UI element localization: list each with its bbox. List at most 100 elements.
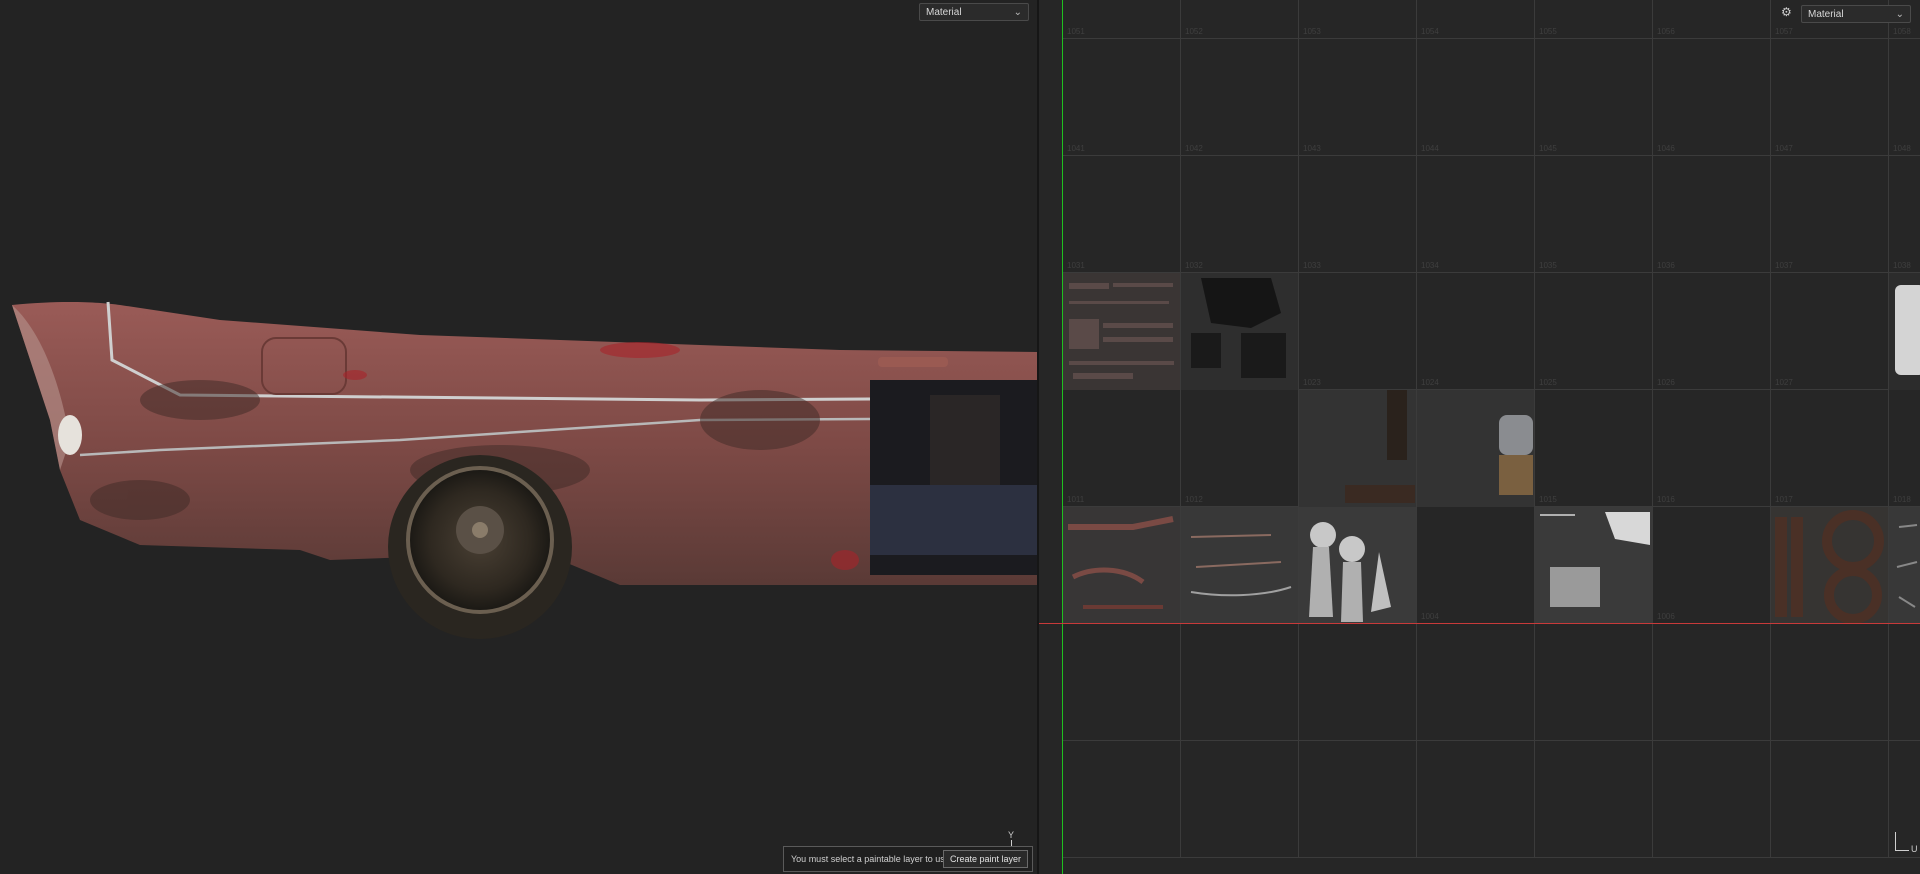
udim-tile-label: 1044 <box>1421 144 1439 153</box>
udim-tile-label: 1014 <box>1421 495 1439 504</box>
uv-grid-cell <box>1299 624 1417 741</box>
udim-tile-label: 1043 <box>1303 144 1321 153</box>
3d-viewport[interactable]: Material ⌄ Y <box>0 0 1037 874</box>
2d-viewport-channel-dropdown[interactable]: Material ⌄ <box>1801 5 1911 23</box>
udim-tile-label: 1006 <box>1657 612 1675 621</box>
udim-tile: 1046 <box>1653 39 1771 156</box>
udim-grid: 1051 1052 1053 1054 1055 1056 1057 1058 1041 1042… <box>1039 0 1920 874</box>
udim-tile-label: 1037 <box>1775 261 1793 270</box>
udim-tile: 1038 <box>1889 156 1920 273</box>
chevron-down-icon: ⌄ <box>1895 9 1904 20</box>
2d-axis-gizmo: U <box>1895 832 1918 854</box>
udim-tile-label: 1054 <box>1421 27 1439 36</box>
udim-tile: 1021 <box>1063 273 1181 390</box>
udim-tile: 1048 <box>1889 39 1920 156</box>
udim-tile-label: 1028 <box>1893 378 1911 387</box>
udim-tile-label: 1023 <box>1303 378 1321 387</box>
udim-tile-label: 1024 <box>1421 378 1439 387</box>
udim-tile: 1001 <box>1063 507 1181 624</box>
udim-tile-label: 1025 <box>1539 378 1557 387</box>
udim-tile-label: 1001 <box>1067 612 1085 621</box>
udim-tile-label: 1031 <box>1067 261 1085 270</box>
udim-tile-label: 1035 <box>1539 261 1557 270</box>
2d-viewport-channel-selected: Material <box>1808 9 1844 20</box>
2d-uv-viewport[interactable]: 1051 1052 1053 1054 1055 1056 1057 1058 1041 1042… <box>1039 0 1920 874</box>
udim-tile: 1028 <box>1889 273 1920 390</box>
udim-tile: 1055 <box>1535 0 1653 39</box>
uv-grid-cell <box>1181 624 1299 741</box>
udim-tile-label: 1041 <box>1067 144 1085 153</box>
udim-tile-label: 1007 <box>1775 612 1793 621</box>
udim-tile: 1002 <box>1181 507 1299 624</box>
udim-tile-label: 1016 <box>1657 495 1675 504</box>
udim-tile: 1004 <box>1417 507 1535 624</box>
uv-grid-cell <box>1535 624 1653 741</box>
tail-light <box>58 415 82 455</box>
uv-settings-icon[interactable]: ⚙ <box>1781 6 1793 18</box>
udim-tile: 1036 <box>1653 156 1771 273</box>
udim-tile: 1034 <box>1417 156 1535 273</box>
create-paint-layer-button[interactable]: Create paint layer <box>942 850 1028 868</box>
udim-tile-label: 1004 <box>1421 612 1439 621</box>
udim-tile: 1044 <box>1417 39 1535 156</box>
udim-tile-label: 1015 <box>1539 495 1557 504</box>
uv-grid-cell <box>1417 741 1535 858</box>
udim-tile: 1015 <box>1535 390 1653 507</box>
udim-tile-label: 1034 <box>1421 261 1439 270</box>
udim-tile-label: 1047 <box>1775 144 1793 153</box>
udim-tile: 1018 <box>1889 390 1920 507</box>
udim-tile: 1027 <box>1771 273 1889 390</box>
udim-tile-label: 1008 <box>1893 612 1911 621</box>
udim-tile: 1016 <box>1653 390 1771 507</box>
uv-grid-cell <box>1063 741 1181 858</box>
udim-tile-label: 1032 <box>1185 261 1203 270</box>
udim-tile: 1045 <box>1535 39 1653 156</box>
udim-tile: 1033 <box>1299 156 1417 273</box>
udim-tile-label: 1042 <box>1185 144 1203 153</box>
uv-grid-cell <box>1535 741 1653 858</box>
u-axis-line <box>1062 0 1063 874</box>
udim-tile-label: 1036 <box>1657 261 1675 270</box>
udim-tile-label: 1022 <box>1185 378 1203 387</box>
udim-tile-label: 1058 <box>1893 27 1911 36</box>
udim-tile-label: 1002 <box>1185 612 1203 621</box>
uv-grid-cell <box>1063 624 1181 741</box>
udim-tile-label: 1052 <box>1185 27 1203 36</box>
udim-tile-label: 1056 <box>1657 27 1675 36</box>
door-handle <box>878 357 948 367</box>
udim-tile-label: 1038 <box>1893 261 1911 270</box>
udim-tile-label: 1055 <box>1539 27 1557 36</box>
udim-tile: 1017 <box>1771 390 1889 507</box>
udim-tile-label: 1048 <box>1893 144 1911 153</box>
udim-tile: 1006 <box>1653 507 1771 624</box>
udim-tile: 1032 <box>1181 156 1299 273</box>
udim-tile-label: 1021 <box>1067 378 1085 387</box>
udim-tile: 1026 <box>1653 273 1771 390</box>
udim-tile-label: 1003 <box>1303 612 1321 621</box>
udim-tile-label: 1027 <box>1775 378 1793 387</box>
udim-tile: 1031 <box>1063 156 1181 273</box>
udim-tile: 1041 <box>1063 39 1181 156</box>
udim-tile: 1052 <box>1181 0 1299 39</box>
udim-tile: 1037 <box>1771 156 1889 273</box>
udim-tile-label: 1005 <box>1539 612 1557 621</box>
udim-tile-label: 1012 <box>1185 495 1203 504</box>
udim-tile: 1023 <box>1299 273 1417 390</box>
uv-grid-cell <box>1771 741 1889 858</box>
udim-tile-label: 1046 <box>1657 144 1675 153</box>
udim-tile: 1024 <box>1417 273 1535 390</box>
car-model-render <box>12 301 1037 639</box>
udim-tile: 1051 <box>1063 0 1181 39</box>
udim-tile: 1035 <box>1535 156 1653 273</box>
uv-grid-cell <box>1771 624 1889 741</box>
udim-tile-label: 1018 <box>1893 495 1911 504</box>
udim-tile: 1008 <box>1889 507 1920 624</box>
uv-grid-cell <box>1299 741 1417 858</box>
axis-u-label: U <box>1911 844 1918 854</box>
udim-tile: 1005 <box>1535 507 1653 624</box>
udim-tile-label: 1045 <box>1539 144 1557 153</box>
uv-grid-cell <box>1417 624 1535 741</box>
udim-tile: 1047 <box>1771 39 1889 156</box>
udim-tile-label: 1053 <box>1303 27 1321 36</box>
udim-tile-label: 1017 <box>1775 495 1793 504</box>
